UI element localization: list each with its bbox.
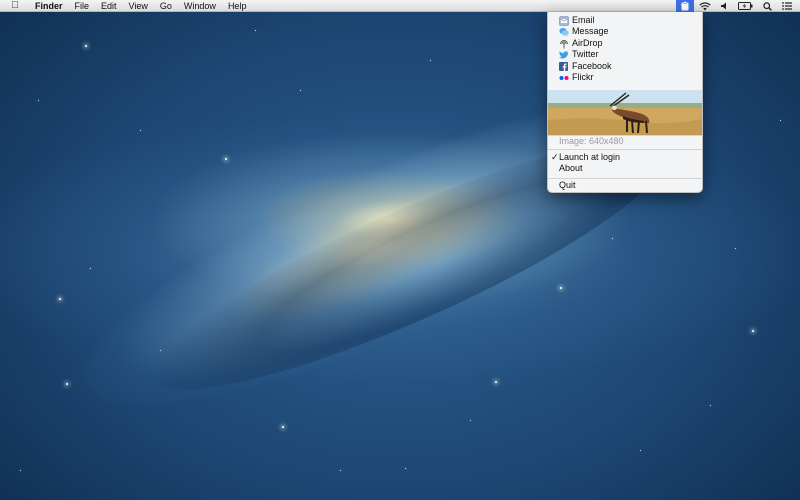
search-icon[interactable] bbox=[758, 0, 777, 12]
menu-item-message[interactable]: Message bbox=[548, 26, 702, 37]
star bbox=[612, 238, 613, 239]
star bbox=[90, 268, 91, 269]
battery-icon[interactable] bbox=[733, 0, 758, 12]
menu-item-twitter[interactable]: Twitter bbox=[548, 49, 702, 60]
star bbox=[282, 426, 284, 428]
menu-item-launch-at-login[interactable]: ✓ Launch at login bbox=[548, 152, 702, 163]
menu-item-flickr[interactable]: Flickr bbox=[548, 72, 702, 83]
menu-item-label: Quit bbox=[559, 180, 576, 190]
star bbox=[59, 298, 61, 300]
clipboard-share-icon[interactable] bbox=[676, 0, 694, 12]
flickr-icon bbox=[559, 73, 569, 83]
menu-item-label: Facebook bbox=[572, 61, 612, 71]
menu-item-facebook[interactable]: Facebook bbox=[548, 61, 702, 72]
menu-item-label: Launch at login bbox=[559, 152, 621, 162]
menu-view[interactable]: View bbox=[123, 0, 154, 12]
apple-icon[interactable]:  bbox=[9, 0, 21, 12]
star bbox=[160, 350, 161, 351]
menu-item-label: About bbox=[559, 163, 583, 173]
star bbox=[495, 381, 497, 383]
menu-divider bbox=[548, 149, 702, 150]
star bbox=[710, 405, 711, 406]
wifi-icon[interactable] bbox=[694, 0, 716, 12]
menu-item-label: Message bbox=[572, 26, 609, 36]
star bbox=[735, 248, 736, 249]
clipboard-image-preview bbox=[548, 90, 702, 135]
menu-item-quit[interactable]: Quit bbox=[548, 180, 702, 191]
menu-item-label: Email bbox=[572, 15, 595, 25]
volume-icon[interactable] bbox=[716, 0, 733, 12]
message-icon bbox=[559, 27, 569, 37]
menu-file[interactable]: File bbox=[69, 0, 96, 12]
menu-divider bbox=[548, 178, 702, 179]
facebook-icon bbox=[559, 61, 569, 72]
star bbox=[85, 45, 87, 47]
star bbox=[640, 450, 641, 451]
menu-item-label: Flickr bbox=[572, 72, 594, 82]
checkmark-icon: ✓ bbox=[551, 152, 559, 162]
star bbox=[470, 420, 471, 421]
notification-list-icon[interactable] bbox=[777, 0, 800, 12]
menu-window[interactable]: Window bbox=[178, 0, 222, 12]
menu-item-about[interactable]: About bbox=[548, 163, 702, 174]
star bbox=[405, 468, 406, 469]
star bbox=[255, 30, 256, 31]
menu-edit[interactable]: Edit bbox=[95, 0, 123, 12]
star bbox=[140, 130, 141, 131]
menu-item-airdrop[interactable]: AirDrop bbox=[548, 38, 702, 49]
menu-item-label: Twitter bbox=[572, 49, 599, 59]
share-dropdown-menu: Email Message AirDrop Twitter Facebook F… bbox=[547, 12, 703, 193]
star bbox=[430, 60, 431, 61]
star bbox=[780, 120, 781, 121]
star bbox=[560, 287, 562, 289]
menu-help[interactable]: Help bbox=[222, 0, 253, 12]
star bbox=[66, 383, 68, 385]
email-icon bbox=[559, 15, 569, 26]
status-menu-area bbox=[676, 0, 800, 12]
star bbox=[225, 158, 227, 160]
menu-finder[interactable]: Finder bbox=[29, 0, 69, 12]
star bbox=[300, 90, 301, 91]
star bbox=[340, 470, 341, 471]
menu-go[interactable]: Go bbox=[154, 0, 178, 12]
star bbox=[20, 470, 21, 471]
airdrop-icon bbox=[559, 39, 569, 49]
oryx-photo bbox=[548, 90, 702, 135]
menu-bar:  Finder File Edit View Go Window Help bbox=[0, 0, 800, 12]
menu-item-label: AirDrop bbox=[572, 38, 603, 48]
star bbox=[38, 100, 39, 101]
menu-item-email[interactable]: Email bbox=[548, 15, 702, 26]
star bbox=[752, 330, 754, 332]
twitter-icon bbox=[559, 50, 569, 60]
image-size-caption: Image: 640x480 bbox=[559, 136, 624, 146]
